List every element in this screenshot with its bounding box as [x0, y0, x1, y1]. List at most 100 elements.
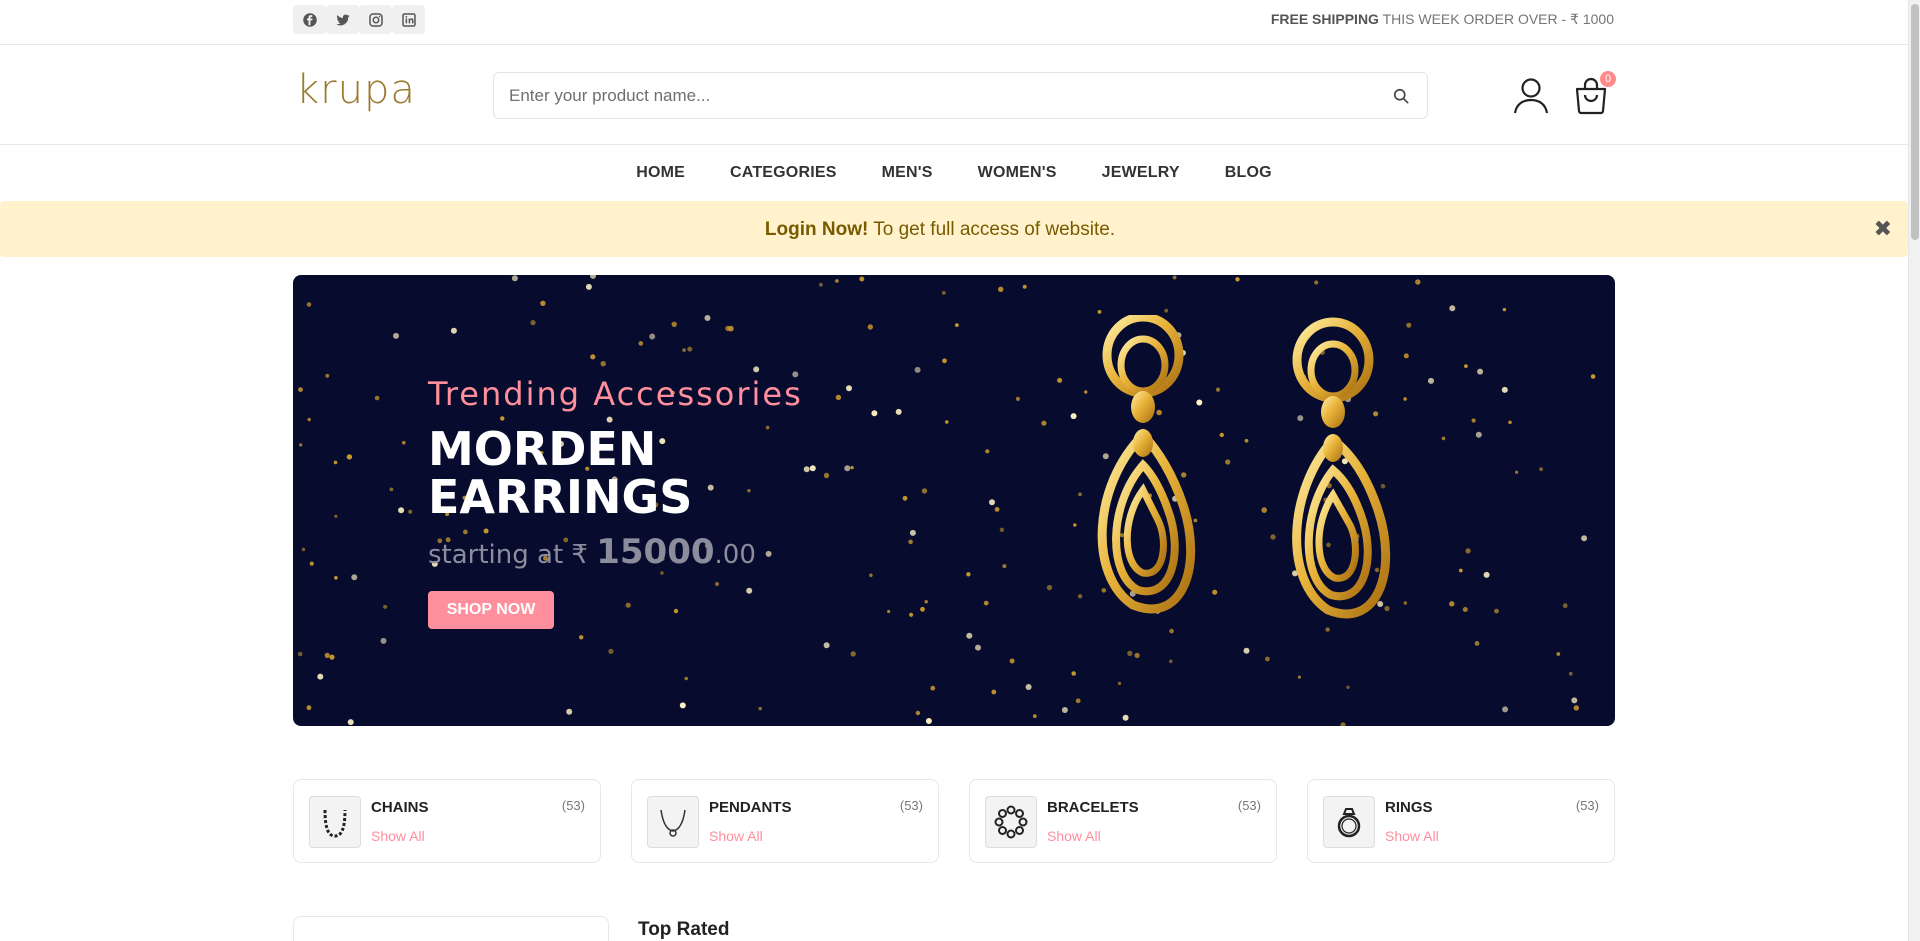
sparkle-dot [1483, 571, 1490, 578]
sparkle-dot [975, 644, 981, 651]
sparkle-dot [1449, 305, 1456, 312]
sparkle-dot [909, 529, 916, 536]
sparkle-dot [608, 648, 614, 654]
sparkle-dot [408, 509, 413, 514]
sparkle-dot [1571, 697, 1578, 704]
sparkle-dot [585, 283, 592, 290]
show-all-link[interactable]: Show All [1047, 828, 1101, 844]
sparkle-dot [566, 708, 573, 715]
bracelet-icon [985, 796, 1037, 848]
show-all-link[interactable]: Show All [709, 828, 763, 844]
sparkle-dot [983, 600, 989, 606]
sparkle-dot [909, 612, 914, 617]
sparkle-dot [945, 420, 949, 424]
sparkle-dot [687, 346, 693, 352]
category-name: CHAINS [371, 799, 429, 816]
nav-blog[interactable]: BLOG [1202, 164, 1294, 182]
show-all-link[interactable]: Show All [371, 828, 425, 844]
logo[interactable]: krupa [296, 67, 416, 113]
sparkle-dot [942, 358, 947, 364]
sparkle-dot [823, 642, 830, 649]
category-count: (53) [899, 798, 923, 813]
twitter-icon[interactable] [326, 5, 359, 34]
show-all-link[interactable]: Show All [1385, 828, 1439, 844]
category-card-bracelets[interactable]: BRACELETS (53) Show All [969, 779, 1277, 863]
sparkle-dot [869, 573, 873, 578]
category-card-rings[interactable]: RINGS (53) Show All [1307, 779, 1615, 863]
sparkle-dot [850, 465, 854, 470]
nav-womens[interactable]: WOMEN'S [955, 164, 1079, 182]
sparkle-dot [1346, 685, 1350, 689]
pendant-icon [647, 796, 699, 848]
sparkle-dot [590, 354, 596, 360]
sparkle-dot [600, 361, 606, 367]
search-input[interactable] [494, 73, 1374, 118]
sparkle-dot [746, 587, 753, 594]
facebook-icon[interactable] [293, 5, 326, 34]
sparkle-dot [1465, 548, 1471, 554]
sparkle-dot [450, 327, 457, 334]
sparkle-dot [625, 602, 631, 608]
search-icon[interactable] [1391, 86, 1411, 106]
sparkle-dot [1169, 659, 1173, 664]
sparkle-dot [351, 574, 358, 581]
sparkle-dot [966, 572, 971, 577]
shipping-bold: FREE SHIPPING [1270, 11, 1379, 27]
category-card-pendants[interactable]: PENDANTS (53) Show All [631, 779, 939, 863]
sparkle-dot [1041, 420, 1047, 426]
sparkle-dot [1494, 608, 1499, 614]
sparkle-dot [1471, 418, 1476, 423]
sparkle-dot [1449, 601, 1455, 607]
cart-count-badge: 0 [1600, 71, 1616, 87]
sparkle-dot [334, 514, 338, 518]
sparkle-dot [324, 652, 330, 658]
scrollbar-thumb[interactable] [1911, 4, 1919, 240]
sparkle-dot [850, 651, 856, 657]
sparkle-dot [966, 632, 973, 639]
sparkle-dot [1477, 368, 1484, 375]
sparkle-dot [941, 291, 946, 295]
sparkle-dot [530, 320, 536, 326]
linkedin-icon[interactable] [392, 5, 425, 34]
sparkle-dot [1297, 675, 1301, 679]
sparkle-dot [859, 276, 865, 282]
sparkle-dot [684, 676, 688, 681]
sparkle-dot [1172, 275, 1177, 280]
user-icon[interactable] [1511, 75, 1551, 115]
instagram-icon[interactable] [359, 5, 392, 34]
sparkle-dot [753, 366, 760, 373]
close-icon[interactable]: ✖ [1874, 216, 1892, 242]
price-prefix: starting at ₹ [428, 540, 597, 570]
sparkle-dot [1097, 310, 1102, 314]
nav-categories[interactable]: CATEGORIES [708, 164, 860, 182]
sparkle-dot [306, 302, 312, 307]
sparkle-dot [989, 499, 995, 506]
sparkle-dot [398, 507, 405, 514]
top-bar: FREE SHIPPING THIS WEEK ORDER OVER - ₹ 1… [0, 0, 1908, 45]
sparkle-dot [1265, 656, 1270, 662]
sparkle-dot [329, 654, 335, 660]
sparkle-dot [1590, 374, 1596, 379]
sparkle-dot [1057, 377, 1063, 383]
chain-icon [309, 796, 361, 848]
sparkle-dot [380, 637, 387, 644]
sparkle-dot [402, 440, 406, 445]
category-list: CHAINS (53) Show All PENDANTS (53) Show … [293, 779, 1615, 863]
category-name: RINGS [1385, 799, 1433, 816]
nav-mens[interactable]: MEN'S [859, 164, 955, 182]
sidebar-box [293, 916, 609, 941]
sparkle-dot [389, 487, 394, 492]
nav-home[interactable]: HOME [614, 164, 708, 182]
sparkle-dot [579, 635, 584, 640]
scrollbar[interactable] [1908, 0, 1920, 941]
category-count: (53) [1237, 798, 1261, 813]
category-card-chains[interactable]: CHAINS (53) Show All [293, 779, 601, 863]
sparkle-dot [1117, 681, 1122, 686]
search-bar [493, 72, 1428, 119]
shop-now-button[interactable]: SHOP NOW [428, 591, 554, 629]
nav-jewelry[interactable]: JEWELRY [1079, 164, 1202, 182]
sparkle-dot [998, 286, 1004, 292]
login-alert: Login Now! To get full access of website… [0, 201, 1908, 257]
login-now-link[interactable]: Login Now! [765, 219, 868, 240]
sparkle-dot [915, 710, 921, 716]
